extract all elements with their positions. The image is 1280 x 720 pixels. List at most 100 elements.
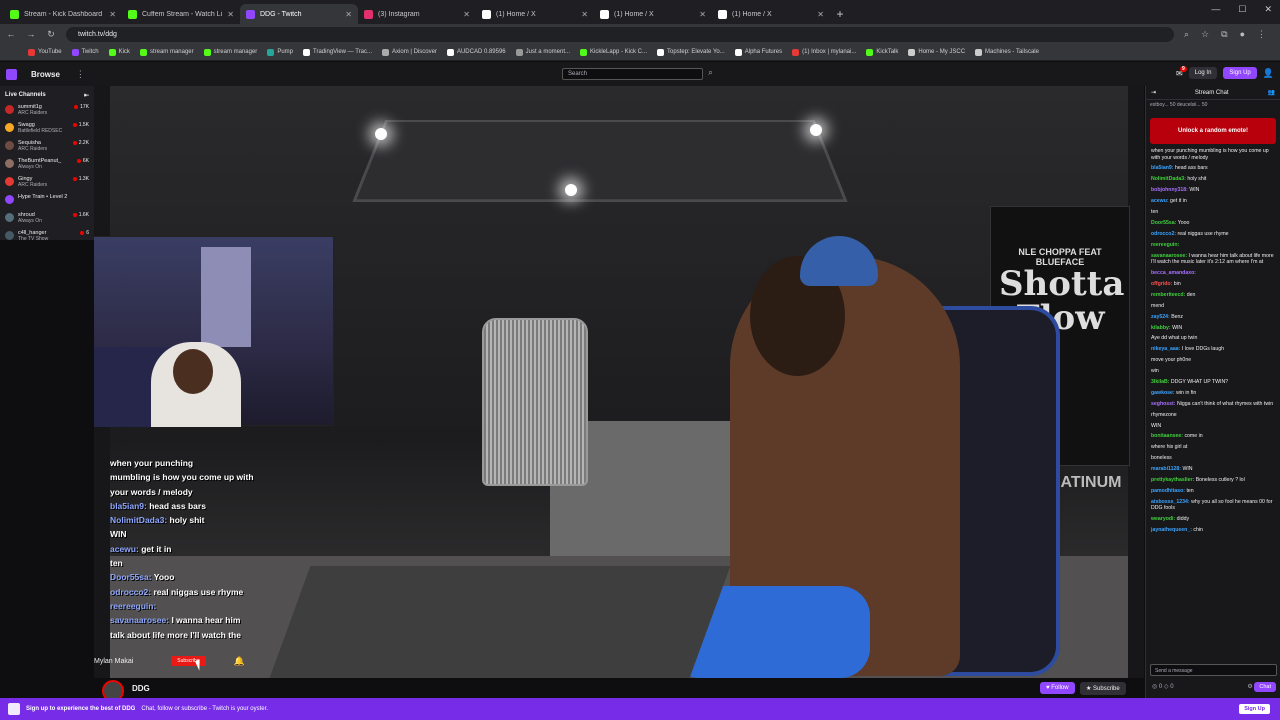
bookmark-item[interactable]: AUDCAD 0.89596 <box>446 48 506 56</box>
bookmark-item[interactable]: Topstep: Elevate Yo... <box>657 48 725 56</box>
chat-username[interactable]: savanaarosee: <box>1151 253 1187 259</box>
bookmark-item[interactable]: Kick <box>108 48 130 56</box>
chat-username[interactable]: NolimitDada3: <box>1151 176 1186 182</box>
close-tab-icon[interactable]: ✕ <box>345 10 352 19</box>
chat-username[interactable]: wearyodi: <box>1151 516 1175 522</box>
sidebar-channel[interactable]: TheBurntPeanut_ Always On 6K <box>0 156 94 174</box>
reload-icon[interactable]: ↻ <box>46 29 56 40</box>
close-tab-icon[interactable]: ✕ <box>463 10 470 19</box>
forward-icon[interactable]: → <box>26 29 36 39</box>
browser-tab[interactable]: Cuffem Stream - Watch Live on ✕ <box>122 4 240 24</box>
follow-button[interactable]: ♥ Follow <box>1040 682 1075 694</box>
sidebar-channel[interactable]: c4ll_hanger The TV Show 6 <box>0 228 94 246</box>
chat-username[interactable]: nikeya_aaa: <box>1151 346 1180 352</box>
zoom-icon[interactable]: ⌕ <box>1184 29 1189 40</box>
chat-username[interactable]: marabi1128: <box>1151 466 1181 472</box>
chat-input[interactable]: Send a message <box>1150 664 1277 676</box>
chat-username[interactable]: gawkose: <box>1151 390 1175 396</box>
search-input[interactable]: Search <box>562 68 703 80</box>
url-input[interactable]: twitch.tv/ddg <box>66 26 1174 42</box>
more-menu-icon[interactable]: ⋮ <box>76 69 85 80</box>
profile-icon[interactable]: ● <box>1240 29 1245 40</box>
browse-link[interactable]: Browse <box>31 70 60 79</box>
chat-username[interactable]: becca_amandaxo: <box>1151 270 1196 276</box>
extensions-icon[interactable]: ⧉ <box>1221 29 1227 40</box>
chat-username[interactable]: zay524: <box>1151 314 1170 320</box>
bookmark-item[interactable]: stream manager <box>139 48 194 56</box>
chat-username[interactable]: atsbosss_1234: <box>1151 499 1190 505</box>
streamer-name[interactable]: Mylan Makai <box>94 658 133 665</box>
chat-username[interactable]: jaynathequeen_: <box>1151 527 1192 533</box>
browser-tab[interactable]: Stream - Kick Dashboard ✕ <box>4 4 122 24</box>
bell-icon[interactable]: 🔔 <box>234 656 245 667</box>
chat-username[interactable]: pamodhitaso: <box>1151 488 1185 494</box>
subscribe-button[interactable]: ★ Subscribe <box>1080 682 1126 695</box>
collapse-chat-icon[interactable]: ⇥ <box>1151 89 1156 96</box>
bookmark-item[interactable]: KickTalk <box>866 48 898 56</box>
bookmark-item[interactable]: Alpha Futures <box>734 48 782 56</box>
sidebar-channel[interactable]: Sequisha ARC Raiders 2.2K <box>0 138 94 156</box>
sidebar-channel[interactable]: summit1g ARC Raiders 17K <box>0 102 94 120</box>
chat-username[interactable]: bobjohnny318: <box>1151 187 1188 193</box>
chat-username[interactable]: odrocco2: <box>1151 231 1176 237</box>
close-window-icon[interactable]: ✕ <box>1264 4 1272 15</box>
channel-name[interactable]: DDG <box>132 684 150 693</box>
sidebar-channel[interactable]: shroud Always On 1.6K <box>0 210 94 228</box>
bookmark-item[interactable]: Home - My JSCC <box>908 48 965 56</box>
bookmark-item[interactable]: Axiom | Discover <box>382 48 437 56</box>
twitch-logo[interactable] <box>6 68 17 80</box>
chat-username[interactable]: 3lkilaB: <box>1151 379 1169 385</box>
back-icon[interactable]: ← <box>6 29 16 39</box>
close-tab-icon[interactable]: ✕ <box>109 10 116 19</box>
sidebar-channel[interactable]: Gingy ARC Raiders 1.3K <box>0 174 94 192</box>
close-tab-icon[interactable]: ✕ <box>581 10 588 19</box>
bookmark-item[interactable]: (1) Inbox | mylanai... <box>792 48 856 56</box>
bookmark-item[interactable]: YouTube <box>28 48 62 56</box>
chat-username[interactable]: Door55sa: <box>1151 220 1176 226</box>
collapse-sidebar-icon[interactable]: ⇤ <box>84 92 89 99</box>
notifications-icon[interactable]: ✉ 9 <box>1176 65 1187 78</box>
bookmark-item[interactable]: Machines - Tailscale <box>975 48 1039 56</box>
chat-username[interactable]: offgrido: <box>1151 281 1172 287</box>
chat-send-button[interactable]: Chat <box>1254 682 1276 692</box>
chat-username[interactable]: bonitaansee: <box>1151 433 1183 439</box>
chat-users-icon[interactable]: 👥 <box>1268 89 1275 96</box>
chat-username[interactable]: kilabby: <box>1151 325 1171 331</box>
search-icon[interactable]: ⌕ <box>705 68 716 80</box>
maximize-icon[interactable]: ☐ <box>1238 4 1246 15</box>
chat-username[interactable]: remberiteecd: <box>1151 292 1185 298</box>
chat-settings-icon[interactable]: ⚙ Chat <box>1247 682 1276 692</box>
close-tab-icon[interactable]: ✕ <box>817 10 824 19</box>
banner-signup-button[interactable]: Sign Up <box>1239 704 1270 714</box>
login-button[interactable]: Log In <box>1188 67 1218 79</box>
user-menu-icon[interactable]: 👤 <box>1263 68 1274 79</box>
menu-icon[interactable]: ⋮ <box>1257 29 1266 40</box>
sidebar-channel[interactable]: Hype Train • Level 2 <box>0 192 94 210</box>
unlock-emote-banner[interactable]: Unlock a random emote! <box>1150 118 1276 144</box>
chat-username[interactable]: prettykaythaslier: <box>1151 477 1194 483</box>
chat-username[interactable]: reereeguin: <box>1151 242 1179 248</box>
browser-tab[interactable]: (1) Home / X ✕ <box>476 4 594 24</box>
bookmark-item[interactable]: stream manager <box>203 48 257 56</box>
sidebar-channel[interactable]: Swagg Battlefield REDSEC 1.5K <box>0 120 94 138</box>
bookmark-item[interactable]: KickleLapp - Kick C... <box>580 48 647 56</box>
browser-tab[interactable]: (3) Instagram ✕ <box>358 4 476 24</box>
browser-tab[interactable]: DDG - Twitch ✕ <box>240 4 358 24</box>
browser-tab[interactable]: (1) Home / X ✕ <box>594 4 712 24</box>
new-tab-button[interactable]: + <box>830 4 850 24</box>
bookmark-item[interactable]: Twitch <box>71 48 99 56</box>
close-tab-icon[interactable]: ✕ <box>699 10 706 19</box>
signup-button[interactable]: Sign Up <box>1223 67 1257 79</box>
close-tab-icon[interactable]: ✕ <box>227 10 234 19</box>
minimize-icon[interactable]: — <box>1211 4 1220 15</box>
video-player[interactable]: NLE CHOPPA FEAT BLUEFACEShotta Flow D PL… <box>94 86 1144 678</box>
bookmark-item[interactable]: Pump <box>267 48 293 56</box>
bookmark-item[interactable]: TradingView — Trac... <box>303 48 372 56</box>
chat-username[interactable]: bla5ian9: <box>1151 165 1174 171</box>
chat-username[interactable]: acewu: <box>1151 198 1169 204</box>
browser-tab[interactable]: (1) Home / X ✕ <box>712 4 830 24</box>
chat-username[interactable]: seghosst: <box>1151 401 1176 407</box>
bookmark-item[interactable]: Just a moment... <box>515 48 570 56</box>
bookmark-star-icon[interactable]: ☆ <box>1201 29 1209 40</box>
channel-points[interactable]: ◎ 0 ◇ 0 <box>1152 683 1174 690</box>
